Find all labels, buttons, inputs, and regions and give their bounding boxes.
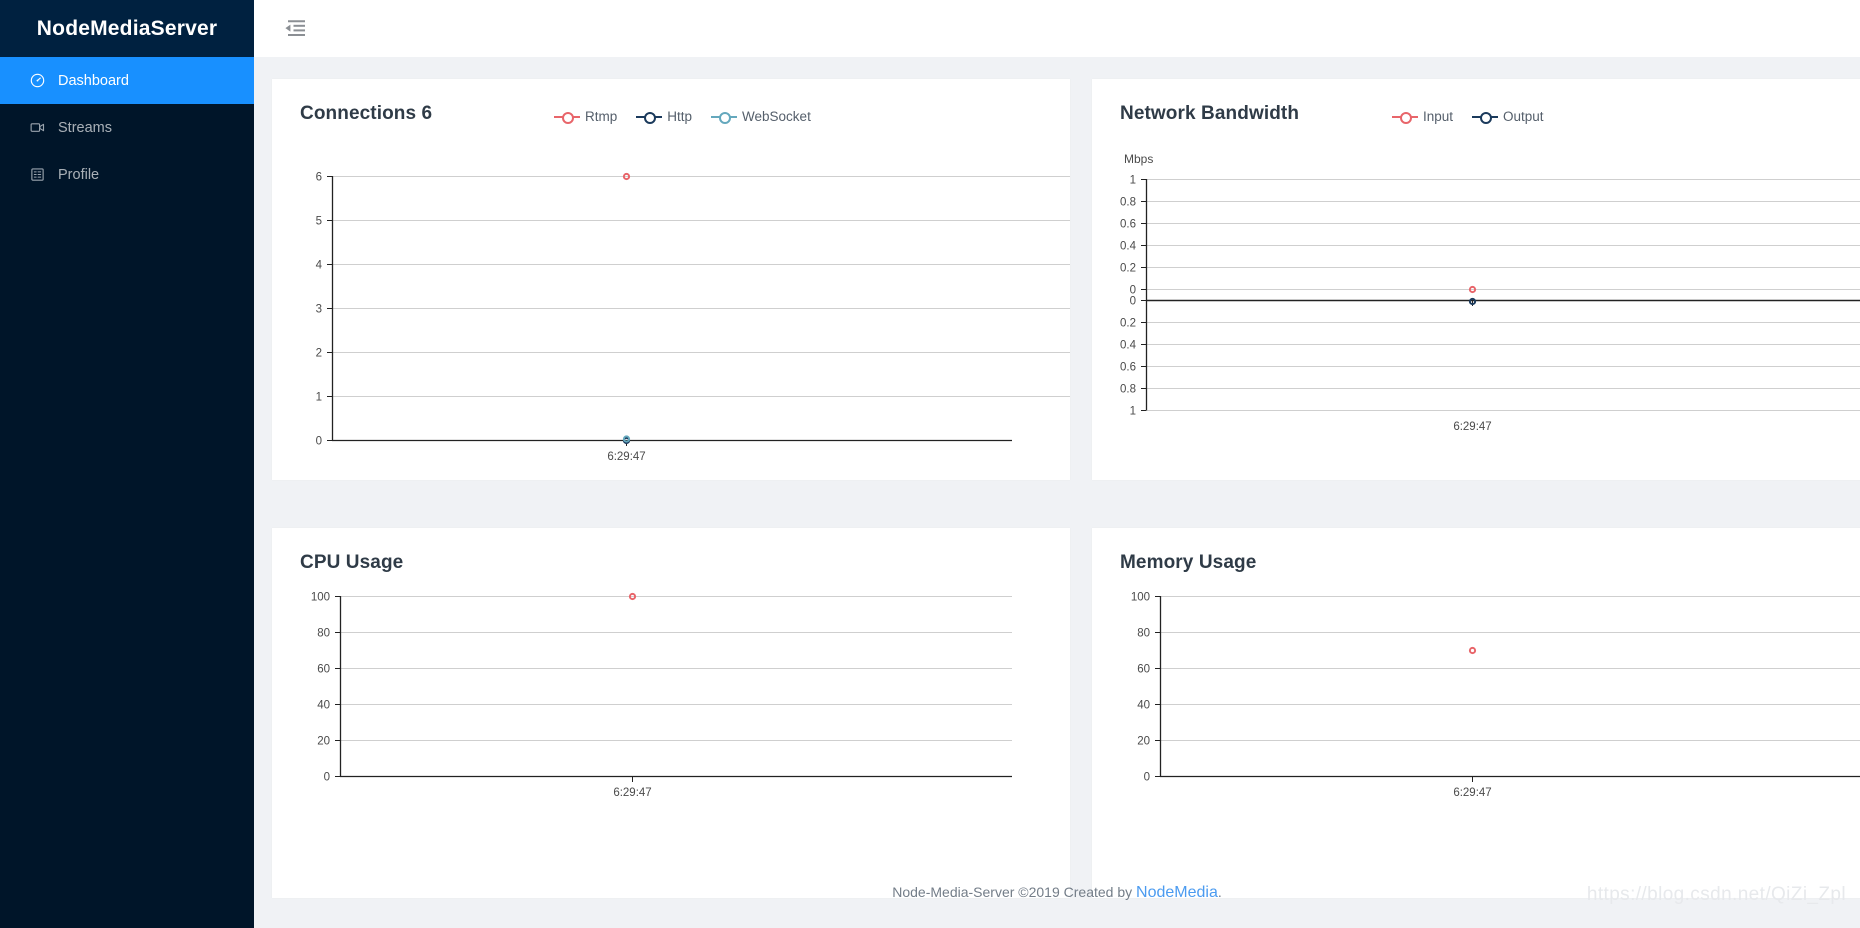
sidebar-item-dashboard[interactable]: Dashboard (0, 57, 254, 104)
svg-text:5: 5 (316, 216, 322, 228)
sidebar: NodeMediaServer Dashboard Streams Profil… (0, 0, 254, 928)
card-memory-usage: Memory Usage 100 80 60 40 20 0 6:29:47 (1092, 528, 1860, 898)
svg-text:1: 1 (1130, 175, 1136, 187)
chart-memory-usage-plot[interactable]: 100 80 60 40 20 0 6:29:47 (1092, 588, 1860, 888)
footer-text-before: Node-Media-Server ©2019 Created by (892, 884, 1137, 900)
svg-text:6:29:47: 6:29:47 (613, 787, 651, 799)
chart-connections-plot[interactable]: 6 5 4 3 2 1 0 6:29:47 (272, 139, 1070, 469)
svg-text:100: 100 (311, 592, 330, 604)
svg-text:0: 0 (1144, 772, 1150, 784)
card-title: Network Bandwidth (1120, 103, 1300, 124)
legend-marker-icon (711, 111, 738, 124)
sidebar-item-label: Profile (58, 166, 100, 183)
card-header: Network Bandwidth Input Output (1092, 79, 1860, 139)
svg-text:1: 1 (316, 392, 322, 404)
profile-icon (29, 167, 45, 183)
legend-label: Output (1503, 109, 1544, 124)
sidebar-item-profile[interactable]: Profile (0, 151, 254, 198)
svg-text:0.2: 0.2 (1120, 318, 1136, 330)
svg-text:60: 60 (317, 664, 330, 676)
svg-text:20: 20 (1137, 736, 1150, 748)
legend-label: Http (667, 109, 693, 124)
card-title: CPU Usage (300, 552, 404, 573)
svg-text:2: 2 (316, 348, 322, 360)
brand-logo[interactable]: NodeMediaServer (0, 0, 254, 57)
legend-item-http[interactable]: Http (636, 109, 692, 124)
svg-text:80: 80 (1137, 628, 1150, 640)
svg-text:6:29:47: 6:29:47 (1453, 421, 1491, 433)
legend-marker-icon (1392, 111, 1418, 124)
legend-label: Rtmp (585, 109, 618, 124)
chart-legend: Input Output (1392, 109, 1544, 124)
svg-text:1: 1 (1130, 406, 1136, 418)
svg-text:0.6: 0.6 (1120, 362, 1136, 374)
svg-text:4: 4 (316, 260, 323, 272)
legend-label: Input (1423, 109, 1454, 124)
legend-item-rtmp[interactable]: Rtmp (554, 109, 617, 124)
watermark: https://blog.csdn.net/QiZi_Zpl (1586, 884, 1846, 905)
svg-text:0: 0 (316, 436, 322, 448)
svg-text:0: 0 (324, 772, 330, 784)
sidebar-item-label: Streams (58, 119, 112, 136)
footer-text-after: . (1217, 884, 1222, 900)
main-area: Connections 6 Rtmp Http WebSocket 6 5 4 … (254, 0, 1860, 928)
legend-item-output[interactable]: Output (1472, 109, 1544, 124)
sidebar-item-streams[interactable]: Streams (0, 104, 254, 151)
svg-text:60: 60 (1137, 664, 1150, 676)
card-header: CPU Usage (272, 528, 1070, 588)
card-cpu-usage: CPU Usage 100 80 60 40 20 0 6:29:47 (272, 528, 1070, 898)
legend-item-input[interactable]: Input (1392, 109, 1453, 124)
svg-text:20: 20 (317, 736, 330, 748)
app-root: NodeMediaServer Dashboard Streams Profil… (0, 0, 1860, 928)
legend-item-websocket[interactable]: WebSocket (711, 109, 811, 124)
svg-text:0.6: 0.6 (1120, 219, 1136, 231)
brand-name: NodeMediaServer (36, 16, 218, 40)
menu-fold-icon[interactable] (282, 18, 308, 40)
chart-network-bandwidth-plot[interactable]: Mbps 1 0.8 0.6 0.4 0.2 0 0 0.2 0.4 0.6 0… (1092, 139, 1860, 469)
card-title: Connections 6 (300, 103, 433, 124)
svg-text:0: 0 (1130, 296, 1136, 308)
card-connections: Connections 6 Rtmp Http WebSocket 6 5 4 … (272, 79, 1070, 480)
legend-marker-icon (554, 111, 580, 124)
svg-text:0.8: 0.8 (1120, 384, 1136, 396)
chart-legend: Rtmp Http WebSocket (554, 109, 811, 124)
dashboard-icon (29, 73, 45, 89)
svg-text:40: 40 (317, 700, 330, 712)
dashboard-content: Connections 6 Rtmp Http WebSocket 6 5 4 … (254, 57, 1860, 928)
card-header: Connections 6 Rtmp Http WebSocket (272, 79, 1070, 139)
card-header: Memory Usage (1092, 528, 1860, 588)
svg-text:40: 40 (1137, 700, 1150, 712)
svg-text:0.2: 0.2 (1120, 263, 1136, 275)
svg-text:0.4: 0.4 (1120, 241, 1137, 253)
legend-marker-icon (636, 111, 663, 124)
video-camera-icon (29, 120, 45, 136)
card-network-bandwidth: Network Bandwidth Input Output Mbps 1 0.… (1092, 79, 1860, 480)
footer-nodemedia-link[interactable]: NodeMedia (1136, 884, 1218, 901)
sidebar-menu: Dashboard Streams Profile (0, 57, 254, 198)
y-axis-label: Mbps (1124, 152, 1153, 166)
legend-marker-icon (1472, 111, 1499, 124)
legend-label: WebSocket (742, 109, 811, 124)
svg-text:100: 100 (1131, 592, 1150, 604)
svg-text:80: 80 (317, 628, 330, 640)
topbar (254, 0, 1860, 57)
sidebar-item-label: Dashboard (58, 72, 129, 89)
chart-cpu-usage-plot[interactable]: 100 80 60 40 20 0 6:29:47 (272, 588, 1070, 888)
svg-text:0.8: 0.8 (1120, 197, 1136, 209)
svg-text:0.4: 0.4 (1120, 340, 1137, 352)
card-title: Memory Usage (1120, 552, 1257, 573)
svg-text:6:29:47: 6:29:47 (1453, 787, 1491, 799)
svg-text:6: 6 (316, 172, 322, 184)
svg-text:3: 3 (316, 304, 322, 316)
svg-text:6:29:47: 6:29:47 (607, 451, 645, 463)
